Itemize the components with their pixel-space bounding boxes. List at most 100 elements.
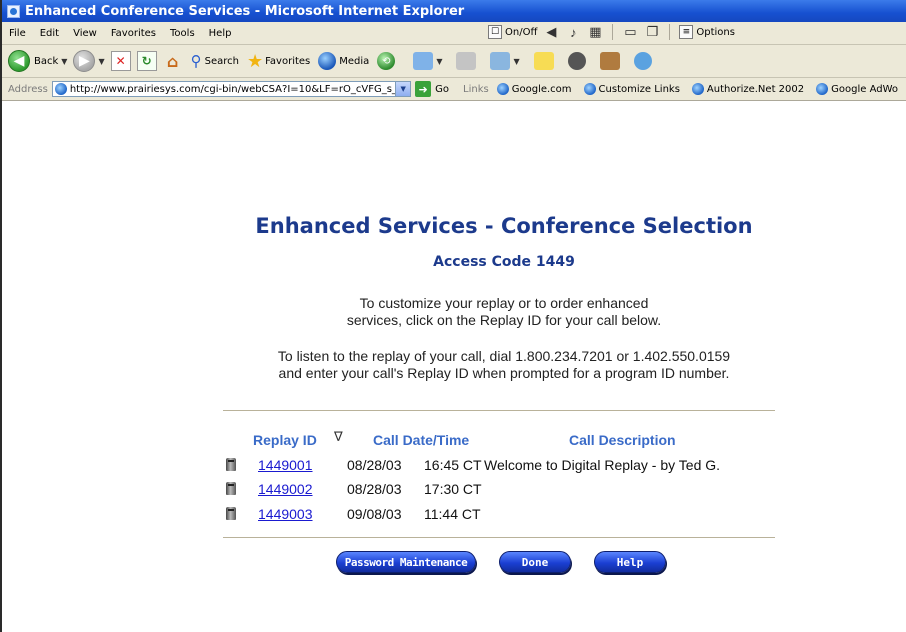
link-icon (583, 83, 596, 95)
forward-button[interactable]: ▶ ▼ (73, 50, 105, 72)
call-description: Welcome to Digital Replay - by Ted G. (484, 457, 721, 473)
access-code: Access Code 1449 (433, 254, 575, 270)
back-arrow-icon: ◀ (8, 50, 30, 72)
speaker-icon[interactable]: ◀ (543, 24, 559, 40)
print-button[interactable] (448, 52, 477, 70)
customize-instructions: To customize your replay or to order enh… (4, 295, 906, 329)
options-icon: ≡ (679, 25, 694, 39)
page-title: Enhanced Services - Conference Selection (255, 214, 753, 238)
history-button[interactable]: ⟲ (377, 52, 396, 70)
research-icon (599, 52, 620, 70)
address-url[interactable]: http://www.prairiesys.com/cgi-bin/webCSA… (70, 84, 410, 95)
call-date: 08/28/03 (347, 481, 402, 497)
link-google-adwords[interactable]: Google AdWo (814, 83, 898, 95)
home-button[interactable]: ⌂ (163, 51, 183, 71)
copy-icon[interactable]: ❐ (644, 24, 660, 40)
menu-extras: ☐ On/Off ◀ ♪ ▦ ▭ ❐ ≡ Options (488, 24, 735, 40)
link-label: Authorize.Net 2002 (706, 83, 805, 95)
menu-bar: File Edit View Favorites Tools Help ☐ On… (2, 22, 906, 45)
go-label: Go (435, 83, 450, 95)
password-maintenance-button[interactable]: Password Maintenance (336, 551, 476, 573)
media-icon (318, 52, 337, 70)
replay-id-link[interactable]: 1449003 (258, 506, 313, 522)
chevron-down-icon[interactable]: ▼ (513, 57, 519, 66)
link-label: Google.com (511, 83, 572, 95)
refresh-icon: ↻ (136, 51, 157, 71)
messenger-button[interactable] (626, 52, 652, 70)
browser-window: Enhanced Conference Services - Microsoft… (0, 0, 906, 632)
listen-instructions: To listen to the replay of your call, di… (4, 348, 906, 382)
link-icon (816, 83, 829, 95)
stop-button[interactable]: ✕ (110, 51, 131, 71)
grid-icon[interactable]: ▦ (587, 24, 603, 40)
address-input[interactable]: http://www.prairiesys.com/cgi-bin/webCSA… (51, 81, 412, 97)
link-authorize-net[interactable]: Authorize.Net 2002 (690, 83, 804, 95)
favorites-label: Favorites (265, 55, 311, 67)
edit-button[interactable]: ▼ (482, 52, 520, 70)
search-button[interactable]: ⚲ Search (191, 52, 239, 70)
chevron-down-icon[interactable]: ▼ (98, 57, 104, 66)
separator (612, 24, 614, 40)
chevron-down-icon[interactable]: ▼ (436, 57, 442, 66)
action-buttons: Password Maintenance Done Help (4, 551, 906, 577)
done-button[interactable]: Done (499, 551, 571, 573)
menu-favorites[interactable]: Favorites (104, 28, 163, 39)
chevron-down-icon[interactable]: ▼ (61, 57, 67, 66)
go-button[interactable]: ➜ Go (415, 81, 449, 97)
replay-id-link[interactable]: 1449001 (258, 457, 313, 473)
recording-icon (226, 482, 236, 495)
instruction-line: and enter your call's Replay ID when pro… (278, 365, 730, 381)
call-date: 08/28/03 (347, 457, 402, 473)
refresh-button[interactable]: ↻ (136, 51, 157, 71)
notes-icon (533, 52, 554, 70)
edit-icon (490, 52, 511, 70)
options-button[interactable]: ≡ Options (679, 24, 735, 40)
favorites-button[interactable]: ★ Favorites (247, 51, 310, 72)
address-bar: Address http://www.prairiesys.com/cgi-bi… (2, 78, 906, 101)
page-content: Enhanced Services - Conference Selection… (4, 101, 906, 632)
chevron-down-icon[interactable]: ▼ (395, 82, 411, 96)
music-note-icon[interactable]: ♪ (565, 25, 581, 40)
notes-button[interactable] (526, 52, 554, 70)
address-label: Address (8, 83, 48, 95)
toggle-icon: ☐ (488, 25, 502, 39)
onoff-button[interactable]: ☐ On/Off (488, 24, 537, 40)
options-label: Options (696, 26, 735, 38)
help-button[interactable]: Help (594, 551, 666, 573)
link-google[interactable]: Google.com (495, 83, 572, 95)
link-customize[interactable]: Customize Links (582, 83, 680, 95)
search-icon: ⚲ (190, 52, 202, 70)
menu-edit[interactable]: Edit (33, 28, 66, 39)
block-button[interactable] (560, 52, 586, 70)
link-label: Customize Links (598, 83, 680, 95)
column-header-replay-id[interactable]: Replay ID (253, 432, 317, 448)
research-button[interactable] (592, 52, 620, 70)
replay-id-link[interactable]: 1449002 (258, 481, 313, 497)
ie-window-icon[interactable] (7, 4, 20, 18)
sort-icon[interactable]: ∇ (334, 429, 343, 445)
menu-view[interactable]: View (66, 28, 104, 39)
call-time: 11:44 CT (424, 506, 481, 522)
onoff-label: On/Off (505, 26, 538, 38)
star-icon: ★ (246, 50, 264, 72)
folder-icon[interactable]: ▭ (622, 24, 638, 40)
divider (223, 537, 775, 538)
history-icon: ⟲ (377, 52, 396, 70)
media-button[interactable]: Media (318, 52, 369, 70)
forward-arrow-icon: ▶ (73, 50, 96, 72)
column-header-call-datetime: Call Date/Time (373, 432, 470, 448)
link-icon (691, 83, 704, 95)
mail-button[interactable]: ▼ (405, 52, 442, 70)
title-bar[interactable]: Enhanced Conference Services - Microsoft… (2, 0, 906, 22)
print-icon (456, 52, 477, 70)
messenger-icon (633, 52, 652, 70)
call-time: 17:30 CT (424, 481, 482, 497)
menu-tools[interactable]: Tools (163, 28, 202, 39)
toolbar: ◀ Back ▼ ▶ ▼ ✕ ↻ ⌂ ⚲ Search ★ Favorites … (2, 45, 906, 78)
instruction-line: services, click on the Replay ID for you… (346, 312, 662, 328)
home-icon: ⌂ (166, 51, 179, 71)
back-button[interactable]: ◀ Back ▼ (8, 50, 67, 72)
menu-file[interactable]: File (2, 28, 33, 39)
menu-help[interactable]: Help (202, 28, 239, 39)
recording-icon (226, 507, 236, 520)
